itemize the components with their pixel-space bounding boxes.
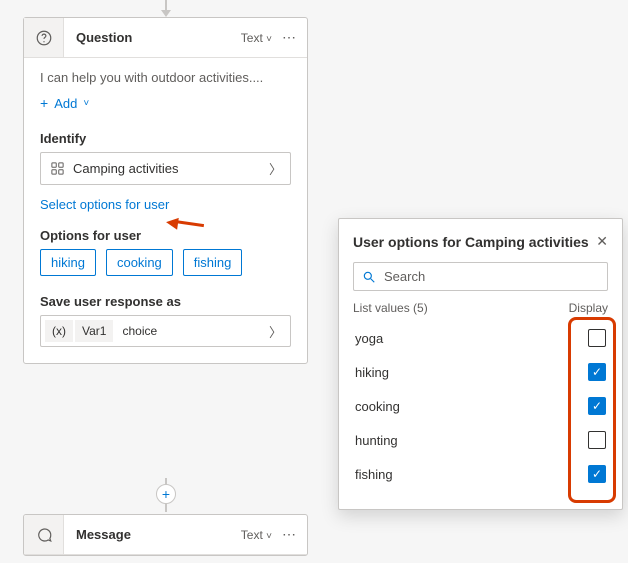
chevron-down-icon: ˅ — [266, 531, 272, 542]
question-message: I can help you with outdoor activities..… — [40, 70, 291, 85]
question-card[interactable]: Question Text ˅ ⋯ I can help you with ou… — [23, 17, 308, 364]
display-checkbox[interactable]: ✓ — [588, 363, 606, 381]
search-input[interactable]: Search — [353, 262, 608, 291]
option-label: fishing — [355, 467, 393, 482]
options-list: hiking cooking fishing — [40, 249, 291, 276]
search-icon — [362, 270, 376, 284]
more-menu[interactable]: ⋯ — [282, 29, 297, 46]
list-values-label: List values (5) — [353, 301, 428, 315]
save-as-label: Save user response as — [40, 294, 291, 309]
message-card[interactable]: Message Text ˅ ⋯ — [23, 514, 308, 556]
more-menu[interactable]: ⋯ — [282, 526, 297, 543]
question-header: Question Text ˅ ⋯ — [24, 18, 307, 58]
type-label: Text — [241, 528, 263, 542]
option-row: hunting — [353, 423, 608, 457]
option-chip[interactable]: fishing — [183, 249, 243, 276]
option-chip[interactable]: cooking — [106, 249, 173, 276]
plus-icon: + — [40, 95, 48, 111]
display-checkbox[interactable]: ✓ — [588, 465, 606, 483]
annotation-arrow — [164, 218, 204, 228]
variable-field[interactable]: (x) Var1 choice 〉 — [40, 315, 291, 347]
option-row: yoga — [353, 321, 608, 355]
identify-field[interactable]: Camping activities 〉 — [40, 152, 291, 185]
option-label: yoga — [355, 331, 383, 346]
option-label: cooking — [355, 399, 400, 414]
search-placeholder: Search — [384, 269, 425, 284]
message-type-dropdown[interactable]: Text ˅ — [241, 528, 272, 542]
option-row: fishing ✓ — [353, 457, 608, 491]
user-options-panel: User options for Camping activities ✕ Se… — [338, 218, 623, 510]
option-row: hiking ✓ — [353, 355, 608, 389]
connector-top — [165, 0, 167, 12]
options-label: Options for user — [40, 228, 291, 243]
chevron-down-icon: ˅ — [83, 98, 89, 109]
grid-icon — [49, 161, 65, 176]
variable-x-icon: (x) — [52, 324, 66, 338]
variable-name: Var1 — [75, 320, 113, 342]
identify-value: Camping activities — [73, 161, 179, 176]
identify-label: Identify — [40, 131, 291, 146]
question-icon — [24, 18, 64, 57]
chevron-down-icon: ˅ — [266, 34, 272, 45]
add-label: Add — [54, 96, 77, 111]
panel-title: User options for Camping activities — [353, 234, 589, 250]
add-button[interactable]: + Add ˅ — [40, 95, 89, 111]
add-node-button[interactable]: + — [156, 484, 176, 504]
display-checkbox[interactable]: ✓ — [588, 397, 606, 415]
question-type-dropdown[interactable]: Text ˅ — [241, 31, 272, 45]
select-options-link[interactable]: Select options for user — [40, 197, 169, 212]
message-title: Message — [64, 515, 241, 554]
variable-icon-pill: (x) — [45, 320, 73, 342]
message-header: Message Text ˅ ⋯ — [24, 515, 307, 555]
option-chip[interactable]: hiking — [40, 249, 96, 276]
display-checkbox[interactable] — [588, 431, 606, 449]
question-title: Question — [64, 18, 241, 57]
option-row: cooking ✓ — [353, 389, 608, 423]
chevron-right-icon: 〉 — [269, 159, 282, 178]
display-column-label: Display — [569, 301, 608, 315]
message-icon — [24, 515, 64, 554]
close-icon[interactable]: ✕ — [596, 233, 608, 250]
option-label: hunting — [355, 433, 398, 448]
option-label: hiking — [355, 365, 389, 380]
type-label: Text — [241, 31, 263, 45]
display-checkbox[interactable] — [588, 329, 606, 347]
variable-type: choice — [115, 320, 164, 342]
chevron-right-icon: 〉 — [269, 322, 286, 341]
